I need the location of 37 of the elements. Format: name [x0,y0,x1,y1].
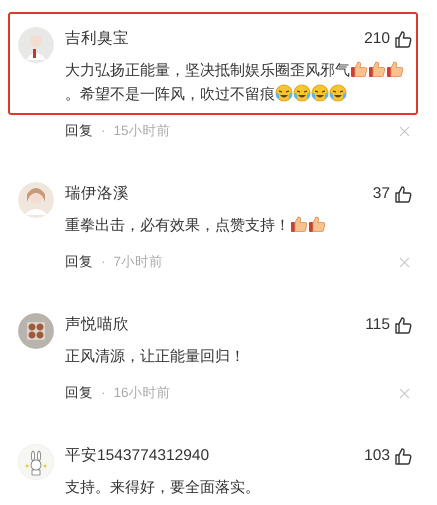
crying-face-icon [311,84,329,102]
avatar[interactable] [18,313,54,349]
reply-link[interactable]: 回复 [65,383,93,403]
timestamp: 16小时前 [114,384,171,402]
user-name[interactable]: 吉利臭宝 [65,27,129,51]
like-icon[interactable] [394,316,412,334]
thumbs-up-icon [350,60,368,78]
crying-face-icon [275,84,293,102]
like-icon[interactable] [394,30,412,48]
thumbs-up-icon [386,60,404,78]
crying-face-icon [329,84,347,102]
avatar[interactable] [18,444,54,480]
comment-text: 大力弘扬正能量，坚决抵制娱乐圈歪风邪气 。希望不是一阵风，吹过不留痕 [65,59,412,107]
like-count: 210 [364,29,390,49]
like-icon[interactable] [394,447,412,465]
like-count: 103 [364,446,390,466]
separator-dot: · [101,384,106,402]
user-name[interactable]: 声悦喵欣 [65,313,129,337]
thumbs-up-icon [308,215,326,233]
timestamp: 7小时前 [114,253,164,271]
like-icon[interactable] [394,185,412,203]
comment-text: 支持。来得好，要全面落实。 [65,478,261,498]
crying-face-icon [293,84,311,102]
reply-link[interactable]: 回复 [65,252,93,272]
separator-dot: · [101,253,106,271]
avatar[interactable] [18,27,54,63]
like-count: 115 [365,315,390,335]
timestamp: 15小时前 [114,122,171,140]
thumbs-up-icon [368,60,386,78]
user-name[interactable]: 瑞伊洛溪 [65,182,129,206]
thumbs-up-icon [290,215,308,233]
reply-link[interactable]: 回复 [65,121,93,141]
separator-dot: · [101,122,106,140]
user-name[interactable]: 平安1543774312940 [65,444,210,468]
like-count: 37 [372,184,390,204]
comment-text: 重拳出击，必有效果，点赞支持！ [65,214,412,238]
comment-text: 正风清源，让正能量回归！ [65,347,246,367]
